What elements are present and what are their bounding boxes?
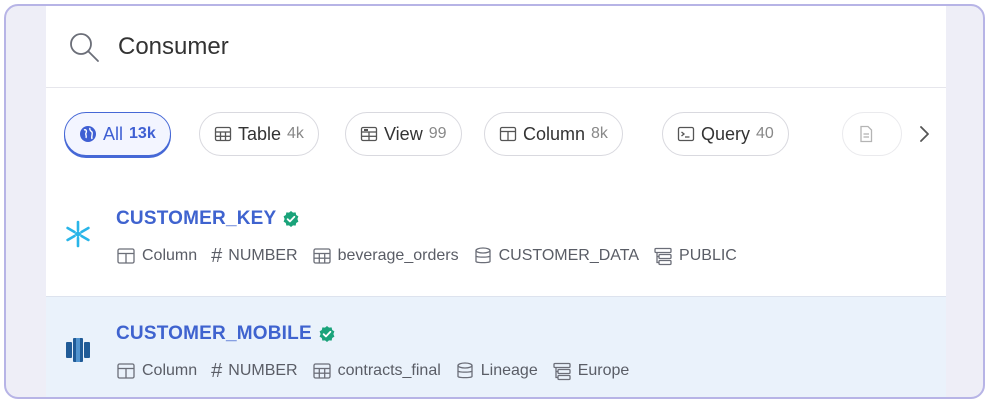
search-icon	[70, 33, 99, 62]
meta-type: Column	[116, 361, 197, 381]
search-bar	[46, 6, 946, 88]
filter-chip-more[interactable]	[842, 112, 902, 156]
filter-chip-query[interactable]: Query 40	[662, 112, 789, 156]
redshift-icon	[66, 338, 90, 362]
snowflake-icon	[66, 220, 90, 248]
verified-badge-icon	[284, 211, 299, 227]
filter-chip-table[interactable]: Table 4k	[199, 112, 319, 156]
result-title[interactable]: CUSTOMER_MOBILE	[116, 323, 312, 345]
database-icon	[457, 362, 473, 379]
meta-database-label: Lineage	[480, 362, 538, 379]
meta-type: Column	[116, 246, 197, 266]
filter-chip-column[interactable]: Column 8k	[484, 112, 623, 156]
filter-chip-label: Query	[701, 123, 751, 144]
result-title-row: CUSTOMER_MOBILE	[116, 323, 336, 345]
search-panel: All 13k Table 4k	[46, 6, 946, 397]
hash-icon: #	[211, 245, 223, 267]
filter-chip-count: 4k	[287, 125, 304, 142]
column-icon	[499, 125, 517, 143]
column-icon	[117, 248, 135, 264]
globe-icon	[79, 125, 97, 143]
meta-datatype-label: NUMBER	[228, 362, 298, 379]
filter-chip-count: 99	[428, 125, 447, 142]
filter-chip-label: Table	[238, 123, 282, 144]
result-meta: Column # NUMBER contracts_final Lineage …	[116, 361, 643, 381]
filter-chip-all[interactable]: All 13k	[64, 112, 171, 156]
filter-chip-count: 40	[756, 125, 774, 142]
meta-table[interactable]: contracts_final	[312, 361, 441, 381]
meta-table[interactable]: beverage_orders	[312, 246, 459, 266]
meta-table-label: contracts_final	[337, 362, 441, 379]
meta-datatype: # NUMBER	[211, 246, 297, 266]
filter-chip-label: All	[103, 123, 124, 144]
meta-type-label: Column	[142, 362, 198, 379]
result-title-row: CUSTOMER_KEY	[116, 208, 300, 230]
filter-chip-count: 13k	[129, 125, 156, 142]
meta-datatype: # NUMBER	[211, 361, 297, 381]
filter-chip-view[interactable]: View 99	[345, 112, 462, 156]
verified-badge-icon	[319, 326, 335, 342]
search-result-item[interactable]: CUSTOMER_KEY Column # NUMBER beverage_or…	[46, 192, 946, 296]
table-icon	[312, 248, 331, 264]
meta-database[interactable]: CUSTOMER_DATA	[473, 246, 639, 266]
hash-icon: #	[211, 360, 223, 382]
query-icon	[677, 125, 695, 143]
table-icon	[312, 363, 331, 379]
search-input[interactable]	[118, 28, 818, 66]
filter-chips: All 13k Table 4k View 99 Column 8k Query…	[64, 112, 944, 158]
result-title[interactable]: CUSTOMER_KEY	[116, 208, 276, 230]
meta-schema[interactable]: PUBLIC	[653, 246, 737, 266]
schema-icon	[654, 247, 672, 266]
table-icon	[214, 125, 232, 143]
meta-schema-label: Europe	[577, 362, 630, 379]
search-result-item-selected[interactable]: CUSTOMER_MOBILE Column # NUMBER contract…	[46, 296, 946, 397]
database-icon	[474, 247, 491, 264]
search-popup-frame: All 13k Table 4k	[4, 4, 985, 399]
meta-schema[interactable]: Europe	[552, 361, 630, 381]
view-icon	[360, 125, 378, 143]
filter-chip-label: View	[384, 123, 423, 144]
meta-database[interactable]: Lineage	[455, 361, 538, 381]
chevron-right-icon[interactable]	[912, 122, 936, 146]
document-icon	[857, 125, 875, 143]
meta-datatype-label: NUMBER	[228, 247, 298, 264]
schema-icon	[553, 362, 571, 381]
column-icon	[117, 363, 135, 379]
result-meta: Column # NUMBER beverage_orders CUSTOMER…	[116, 246, 751, 266]
meta-database-label: CUSTOMER_DATA	[498, 247, 640, 264]
filter-chip-count: 8k	[591, 125, 608, 142]
meta-table-label: beverage_orders	[337, 247, 459, 264]
filter-chip-label: Column	[523, 123, 586, 144]
meta-schema-label: PUBLIC	[679, 247, 737, 264]
meta-type-label: Column	[142, 247, 198, 264]
